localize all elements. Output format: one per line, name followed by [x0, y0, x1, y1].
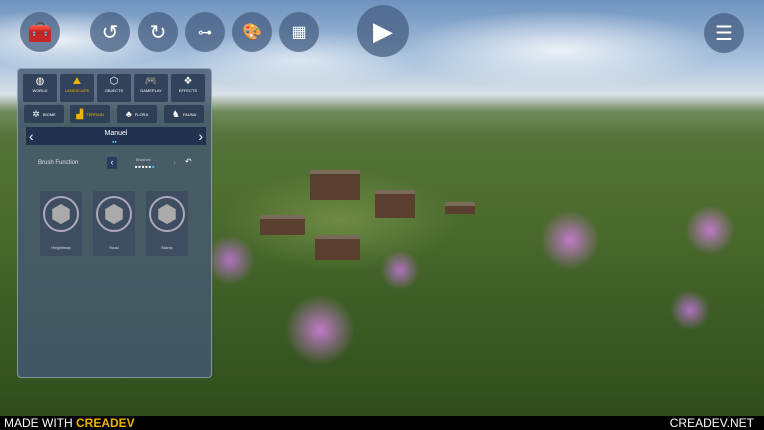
terrain-icon: ▟	[76, 109, 83, 120]
subcategory-biome[interactable]: ✲BIOME	[24, 105, 64, 123]
brush-label: Heightmap	[40, 245, 82, 250]
brush-label: Road	[93, 245, 135, 250]
menu-icon: ☰	[715, 21, 733, 46]
globe-icon: ◍	[36, 76, 45, 87]
mountain-icon: ⛰	[73, 76, 81, 87]
tools-button[interactable]: 🧰	[20, 12, 60, 52]
subcategory-flora[interactable]: ♣FLORA	[117, 105, 157, 123]
website-link[interactable]: CREADEV.NET	[670, 416, 754, 430]
play-icon: ▶	[373, 16, 393, 47]
prev-mode-icon[interactable]: ‹	[29, 127, 34, 145]
brush-page-dots: ■■■■■■	[135, 164, 156, 169]
grid-icon: ▦	[291, 22, 306, 42]
category-label: GAMEPLAY	[134, 88, 168, 93]
category-label: WORLD	[23, 88, 57, 93]
cube-icon: ⬢	[43, 196, 79, 232]
redo-icon: ↻	[150, 20, 167, 45]
next-mode-icon[interactable]: ›	[198, 127, 203, 145]
subcategory-label: TERRAIN	[86, 112, 104, 117]
category-gameplay[interactable]: 🎮GAMEPLAY	[134, 74, 168, 102]
made-with-label: MADE WITH	[4, 416, 76, 430]
deer-icon: ♞	[172, 109, 180, 120]
category-world[interactable]: ◍WORLD	[23, 74, 57, 102]
category-label: EFFECTS	[171, 88, 205, 93]
cube-icon: ⬡	[110, 76, 119, 87]
hierarchy-icon: ⊶	[198, 24, 212, 41]
footer-bar: MADE WITH CREADEV CREADEV.NET	[0, 416, 764, 430]
subcategory-label: FLORA	[135, 112, 148, 117]
page-dots: ●●	[112, 139, 117, 144]
next-brush-button[interactable]: ›	[173, 157, 176, 167]
subcategory-fauna[interactable]: ♞FAUNA	[164, 105, 204, 123]
biome-icon: ✲	[32, 109, 40, 120]
brush-stamp[interactable]: ⬢ Stamp	[146, 191, 188, 256]
cube-icon: ⬢	[96, 196, 132, 232]
made-with-text: MADE WITH CREADEV	[4, 416, 135, 430]
category-landscape[interactable]: ⛰LANDSCAPE	[60, 74, 94, 102]
undo-button[interactable]: ↺	[90, 12, 130, 52]
subcategory-label: BIOME	[43, 112, 56, 117]
hierarchy-button[interactable]: ⊶	[185, 12, 225, 52]
paint-button[interactable]: 🎨	[232, 12, 272, 52]
undo-icon: ↺	[102, 20, 119, 45]
village	[260, 170, 480, 270]
tree-icon: ♣	[126, 109, 132, 119]
tools-icon: 🧰	[28, 20, 53, 45]
category-objects[interactable]: ⬡OBJECTS	[97, 74, 131, 102]
brush-set-label: Brushes	[136, 157, 151, 162]
editor-panel: ◍WORLD ⛰LANDSCAPE ⬡OBJECTS 🎮GAMEPLAY ❖EF…	[17, 68, 212, 378]
reset-icon[interactable]: ↶	[185, 157, 192, 166]
mode-label: Manuel	[26, 127, 206, 137]
prev-brush-button[interactable]: ‹	[107, 157, 117, 169]
category-label: LANDSCAPE	[60, 88, 94, 93]
brush-road[interactable]: ⬢ Road	[93, 191, 135, 256]
brush-heightmap[interactable]: ⬢ Heightmap	[40, 191, 82, 256]
palette-icon: 🎨	[242, 22, 262, 42]
effects-icon: ❖	[184, 76, 193, 87]
category-effects[interactable]: ❖EFFECTS	[171, 74, 205, 102]
mode-selector: ‹ Manuel ●● ›	[26, 127, 206, 145]
subcategory-label: FAUNA	[183, 112, 196, 117]
brand-name: CREADEV	[76, 416, 135, 430]
gamepad-icon: 🎮	[145, 76, 157, 87]
brush-function-label: Brush Function	[38, 160, 78, 166]
category-label: OBJECTS	[97, 88, 131, 93]
brush-label: Stamp	[146, 245, 188, 250]
cube-icon: ⬢	[149, 196, 185, 232]
subcategory-terrain[interactable]: ▟TERRAIN	[70, 105, 110, 123]
grid-button[interactable]: ▦	[279, 12, 319, 52]
menu-button[interactable]: ☰	[704, 13, 744, 53]
redo-button[interactable]: ↻	[138, 12, 178, 52]
play-button[interactable]: ▶	[357, 5, 409, 57]
